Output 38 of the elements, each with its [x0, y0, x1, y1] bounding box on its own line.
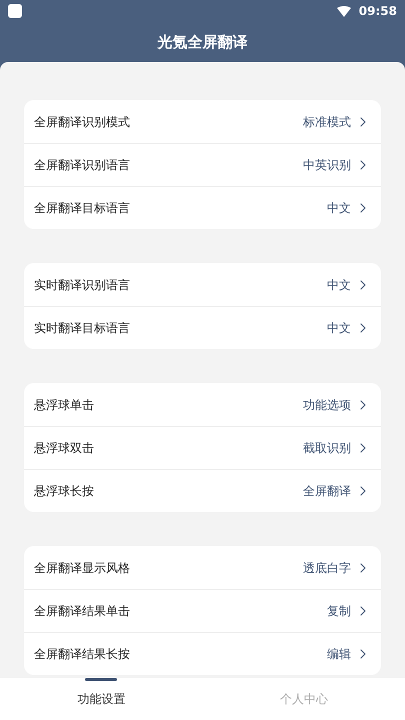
setting-label: 悬浮球双击: [34, 440, 94, 457]
settings-row[interactable]: 悬浮球长按 全屏翻译: [24, 469, 381, 512]
setting-label: 悬浮球长按: [34, 483, 94, 500]
status-time: 09:58: [358, 3, 397, 20]
nav-tab[interactable]: 功能设置: [0, 678, 202, 720]
settings-row[interactable]: 全屏翻译目标语言 中文: [24, 186, 381, 229]
setting-value: 截取识别: [303, 440, 351, 457]
settings-row[interactable]: 悬浮球单击 功能选项: [24, 383, 381, 426]
setting-label: 实时翻译目标语言: [34, 320, 130, 337]
settings-row[interactable]: 全屏翻译结果长按 编辑: [24, 632, 381, 675]
settings-row[interactable]: 全屏翻译结果单击 复制: [24, 589, 381, 632]
setting-value: 中文: [327, 200, 351, 217]
setting-label: 全屏翻译目标语言: [34, 200, 130, 217]
setting-label: 全屏翻译识别模式: [34, 114, 130, 130]
setting-value: 复制: [327, 603, 351, 620]
setting-label: 全屏翻译显示风格: [34, 560, 130, 576]
setting-value: 全屏翻译: [303, 483, 351, 500]
setting-label: 全屏翻译识别语言: [34, 157, 130, 174]
setting-label: 全屏翻译结果单击: [34, 603, 130, 620]
settings-row[interactable]: 实时翻译目标语言 中文: [24, 306, 381, 349]
settings-row[interactable]: 全屏翻译识别模式 标准模式: [24, 100, 381, 143]
setting-label: 实时翻译识别语言: [34, 276, 130, 294]
setting-value: 功能选项: [303, 396, 351, 414]
settings-row[interactable]: 实时翻译识别语言 中文: [24, 263, 381, 306]
window-title: 光氪全屏翻译: [158, 32, 248, 53]
setting-value: 中英识别: [303, 157, 351, 174]
setting-value: 中文: [327, 320, 351, 337]
settings-row[interactable]: 全屏翻译识别语言 中英识别: [24, 143, 381, 186]
app-icon: [8, 4, 22, 18]
setting-value: 中文: [327, 276, 351, 294]
setting-value: 编辑: [327, 646, 351, 663]
wifi-icon: [336, 6, 351, 16]
settings-row[interactable]: 悬浮球双击 截取识别: [24, 426, 381, 469]
setting-value: 透底白字: [303, 560, 351, 576]
settings-row[interactable]: 全屏翻译显示风格 透底白字: [24, 546, 381, 589]
setting-value: 标准模式: [303, 114, 351, 130]
setting-label: 全屏翻译结果长按: [34, 646, 130, 663]
setting-label: 悬浮球单击: [34, 396, 94, 414]
